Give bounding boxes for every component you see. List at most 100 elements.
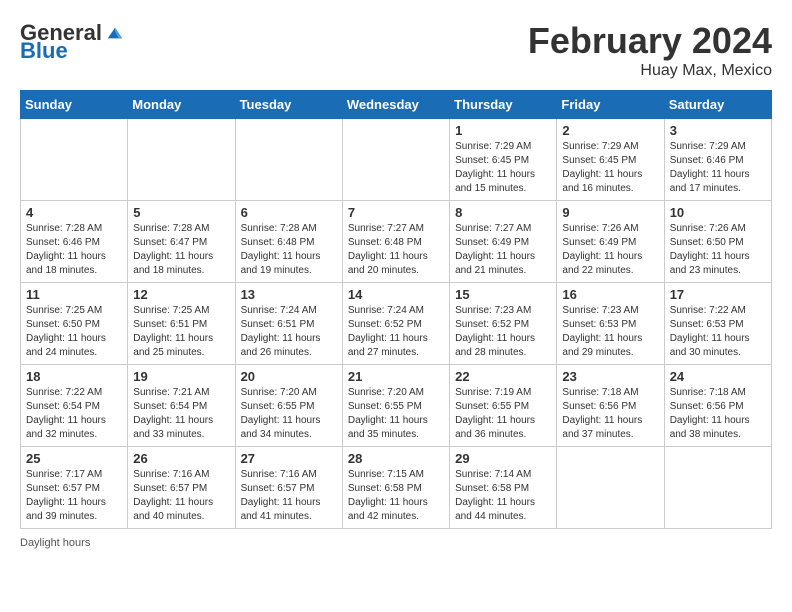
day-number: 12 <box>133 287 229 302</box>
calendar-header-row: SundayMondayTuesdayWednesdayThursdayFrid… <box>21 91 772 119</box>
day-info: Sunrise: 7:22 AM Sunset: 6:53 PM Dayligh… <box>670 304 766 360</box>
calendar-cell: 13Sunrise: 7:24 AM Sunset: 6:51 PM Dayli… <box>235 283 342 365</box>
calendar-cell: 25 Sunrise: 7:17 AM Sunset: 6:57 PM Dayli… <box>21 447 128 529</box>
day-info: Sunrise: 7:16 AM Sunset: 6:57 PM Dayligh… <box>133 468 229 524</box>
day-info: Sunrise: 7:14 AM Sunset: 6:58 PM Dayligh… <box>455 468 551 524</box>
day-info: Sunrise: 7:24 AM Sunset: 6:51 PM Dayligh… <box>241 304 337 360</box>
day-number: 24 <box>670 369 766 384</box>
day-number: 4 <box>26 205 122 220</box>
calendar-cell: 12 Sunrise: 7:25 AM Sunset: 6:51 PM Dayli… <box>128 283 235 365</box>
calendar-cell: 11 Sunrise: 7:25 AM Sunset: 6:50 PM Dayli… <box>21 283 128 365</box>
col-header-friday: Friday <box>557 91 664 119</box>
calendar-cell: 14 Sunrise: 7:24 AM Sunset: 6:52 PM Dayli… <box>342 283 449 365</box>
col-header-monday: Monday <box>128 91 235 119</box>
calendar-cell: 19 Sunrise: 7:21 AM Sunset: 6:54 PM Dayli… <box>128 365 235 447</box>
day-number: 7 <box>348 205 444 220</box>
col-header-thursday: Thursday <box>450 91 557 119</box>
day-number: 16 <box>562 287 658 302</box>
calendar-cell: 22Sunrise: 7:19 AM Sunset: 6:55 PM Dayli… <box>450 365 557 447</box>
day-number: 29 <box>455 451 551 466</box>
day-info: Sunrise: 7:18 AM Sunset: 6:56 PM Dayligh… <box>562 386 658 442</box>
calendar-cell: 16 Sunrise: 7:23 AM Sunset: 6:53 PM Dayli… <box>557 283 664 365</box>
day-info: Sunrise: 7:23 AM Sunset: 6:53 PM Dayligh… <box>562 304 658 360</box>
day-number: 10 <box>670 205 766 220</box>
day-info: Sunrise: 7:27 AM Sunset: 6:49 PM Dayligh… <box>455 222 551 278</box>
day-info: Sunrise: 7:28 AM Sunset: 6:48 PM Dayligh… <box>241 222 337 278</box>
calendar-cell: 26 Sunrise: 7:16 AM Sunset: 6:57 PM Dayli… <box>128 447 235 529</box>
day-info: Sunrise: 7:15 AM Sunset: 6:58 PM Dayligh… <box>348 468 444 524</box>
day-number: 19 <box>133 369 229 384</box>
calendar-cell: 17 Sunrise: 7:22 AM Sunset: 6:53 PM Dayli… <box>664 283 771 365</box>
day-number: 8 <box>455 205 551 220</box>
day-info: Sunrise: 7:24 AM Sunset: 6:52 PM Dayligh… <box>348 304 444 360</box>
day-info: Sunrise: 7:28 AM Sunset: 6:47 PM Dayligh… <box>133 222 229 278</box>
calendar-cell: 10 Sunrise: 7:26 AM Sunset: 6:50 PM Dayli… <box>664 201 771 283</box>
month-title: February 2024 <box>528 20 772 62</box>
calendar-cell <box>664 447 771 529</box>
calendar-cell: 8 Sunrise: 7:27 AM Sunset: 6:49 PM Daylig… <box>450 201 557 283</box>
day-info: Sunrise: 7:17 AM Sunset: 6:57 PM Dayligh… <box>26 468 122 524</box>
day-number: 18 <box>26 369 122 384</box>
calendar-cell <box>557 447 664 529</box>
day-info: Sunrise: 7:26 AM Sunset: 6:50 PM Dayligh… <box>670 222 766 278</box>
calendar-cell: 15 Sunrise: 7:23 AM Sunset: 6:52 PM Dayli… <box>450 283 557 365</box>
calendar-cell <box>128 119 235 201</box>
day-info: Sunrise: 7:29 AM Sunset: 6:46 PM Dayligh… <box>670 140 766 196</box>
daylight-hours-label: Daylight hours <box>20 537 90 549</box>
day-number: 20 <box>241 369 337 384</box>
calendar-cell: 28Sunrise: 7:15 AM Sunset: 6:58 PM Dayli… <box>342 447 449 529</box>
day-info: Sunrise: 7:21 AM Sunset: 6:54 PM Dayligh… <box>133 386 229 442</box>
calendar-week-4: 18 Sunrise: 7:22 AM Sunset: 6:54 PM Dayli… <box>21 365 772 447</box>
day-info: Sunrise: 7:22 AM Sunset: 6:54 PM Dayligh… <box>26 386 122 442</box>
day-number: 27 <box>241 451 337 466</box>
day-number: 2 <box>562 123 658 138</box>
day-number: 23 <box>562 369 658 384</box>
calendar-cell <box>235 119 342 201</box>
calendar-cell: 1Sunrise: 7:29 AM Sunset: 6:45 PM Daylig… <box>450 119 557 201</box>
day-info: Sunrise: 7:27 AM Sunset: 6:48 PM Dayligh… <box>348 222 444 278</box>
day-info: Sunrise: 7:20 AM Sunset: 6:55 PM Dayligh… <box>348 386 444 442</box>
calendar-cell <box>342 119 449 201</box>
day-number: 26 <box>133 451 229 466</box>
col-header-saturday: Saturday <box>664 91 771 119</box>
calendar-cell: 3 Sunrise: 7:29 AM Sunset: 6:46 PM Daylig… <box>664 119 771 201</box>
day-number: 25 <box>26 451 122 466</box>
col-header-wednesday: Wednesday <box>342 91 449 119</box>
location: Huay Max, Mexico <box>528 62 772 80</box>
calendar-week-3: 11 Sunrise: 7:25 AM Sunset: 6:50 PM Dayli… <box>21 283 772 365</box>
day-number: 3 <box>670 123 766 138</box>
day-number: 15 <box>455 287 551 302</box>
day-info: Sunrise: 7:16 AM Sunset: 6:57 PM Dayligh… <box>241 468 337 524</box>
day-info: Sunrise: 7:25 AM Sunset: 6:50 PM Dayligh… <box>26 304 122 360</box>
calendar-week-5: 25 Sunrise: 7:17 AM Sunset: 6:57 PM Dayli… <box>21 447 772 529</box>
page-header: General Blue February 2024 Huay Max, Mex… <box>20 20 772 80</box>
day-info: Sunrise: 7:25 AM Sunset: 6:51 PM Dayligh… <box>133 304 229 360</box>
day-info: Sunrise: 7:19 AM Sunset: 6:55 PM Dayligh… <box>455 386 551 442</box>
day-number: 17 <box>670 287 766 302</box>
calendar-cell: 2 Sunrise: 7:29 AM Sunset: 6:45 PM Daylig… <box>557 119 664 201</box>
col-header-sunday: Sunday <box>21 91 128 119</box>
footer: Daylight hours <box>20 537 772 549</box>
day-number: 14 <box>348 287 444 302</box>
calendar-cell: 24 Sunrise: 7:18 AM Sunset: 6:56 PM Dayli… <box>664 365 771 447</box>
day-number: 1 <box>455 123 551 138</box>
day-info: Sunrise: 7:23 AM Sunset: 6:52 PM Dayligh… <box>455 304 551 360</box>
day-number: 6 <box>241 205 337 220</box>
logo-blue-text: Blue <box>20 38 68 64</box>
calendar-cell: 27 Sunrise: 7:16 AM Sunset: 6:57 PM Dayli… <box>235 447 342 529</box>
calendar-cell: 4 Sunrise: 7:28 AM Sunset: 6:46 PM Daylig… <box>21 201 128 283</box>
day-number: 9 <box>562 205 658 220</box>
calendar-cell: 9Sunrise: 7:26 AM Sunset: 6:49 PM Daylig… <box>557 201 664 283</box>
day-info: Sunrise: 7:18 AM Sunset: 6:56 PM Dayligh… <box>670 386 766 442</box>
title-area: February 2024 Huay Max, Mexico <box>528 20 772 80</box>
day-info: Sunrise: 7:20 AM Sunset: 6:55 PM Dayligh… <box>241 386 337 442</box>
calendar-cell: 23 Sunrise: 7:18 AM Sunset: 6:56 PM Dayli… <box>557 365 664 447</box>
calendar-table: SundayMondayTuesdayWednesdayThursdayFrid… <box>20 90 772 529</box>
calendar-cell: 21Sunrise: 7:20 AM Sunset: 6:55 PM Dayli… <box>342 365 449 447</box>
calendar-cell: 6 Sunrise: 7:28 AM Sunset: 6:48 PM Daylig… <box>235 201 342 283</box>
day-info: Sunrise: 7:28 AM Sunset: 6:46 PM Dayligh… <box>26 222 122 278</box>
day-number: 11 <box>26 287 122 302</box>
logo-icon <box>106 24 124 42</box>
calendar-cell: 29 Sunrise: 7:14 AM Sunset: 6:58 PM Dayli… <box>450 447 557 529</box>
day-info: Sunrise: 7:29 AM Sunset: 6:45 PM Dayligh… <box>562 140 658 196</box>
